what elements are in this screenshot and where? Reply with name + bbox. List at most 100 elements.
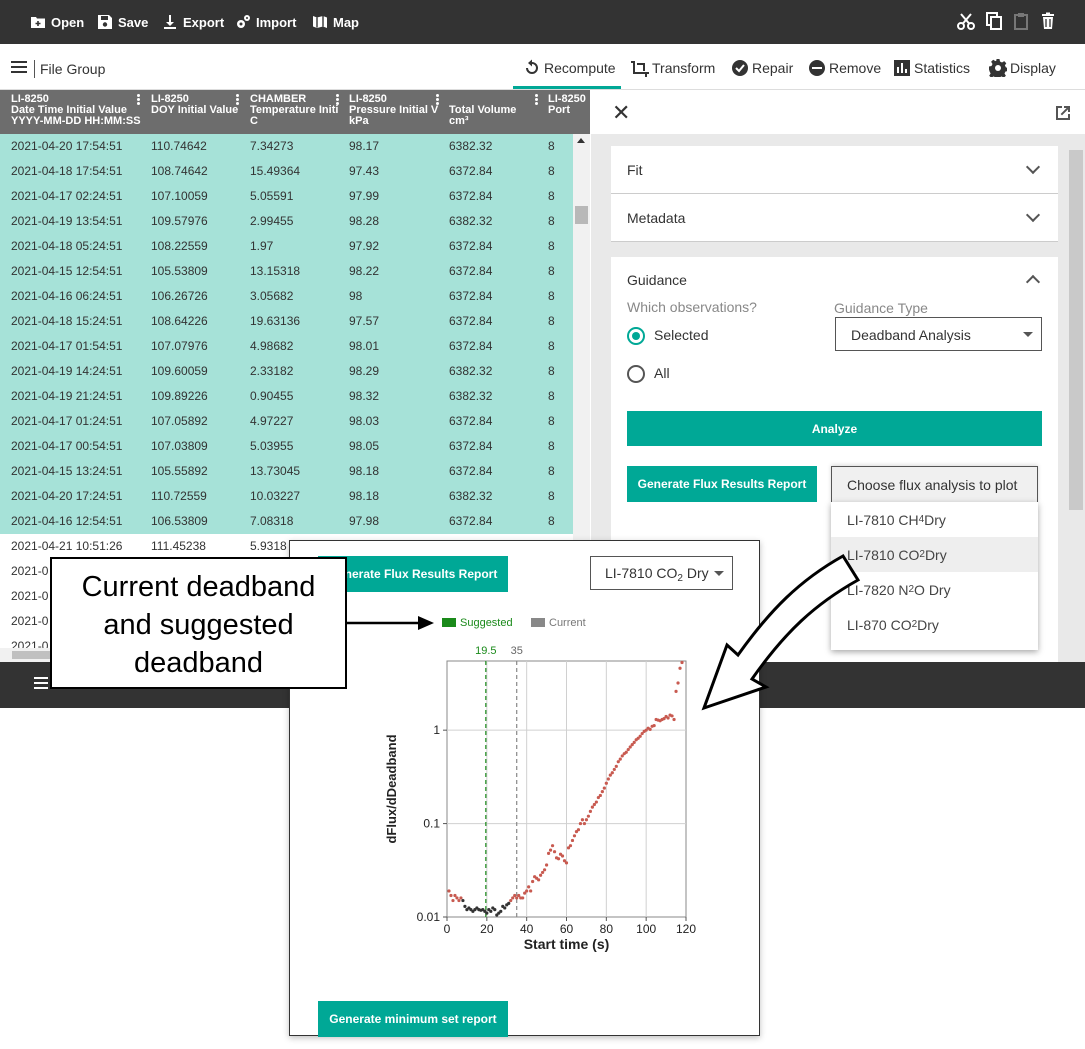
export-button[interactable]: Export [162,12,224,32]
column-menu-icon[interactable] [236,94,239,106]
table-cell: 2021-04-18 15:24:51 [11,314,123,328]
table-cell: 98.18 [349,489,380,503]
menu-icon[interactable] [11,61,27,73]
cut-button[interactable] [957,12,975,30]
menu-item-li870-co2[interactable]: LI-870 CO 2 Dry [831,607,1038,642]
column-menu-icon[interactable] [436,94,439,106]
scrollbar-thumb[interactable] [575,206,588,224]
analyze-button[interactable]: Analyze [627,411,1042,446]
table-row[interactable]: 2021-04-17 02:24:51 107.10059 5.05591 97.99… [0,184,573,209]
data-point [541,870,545,875]
display-label: Display [1010,60,1056,76]
table-row[interactable]: 2021-04-17 00:54:51 107.03809 5.03955 98.05… [0,434,573,459]
flux-analysis-select[interactable]: Choose flux analysis to plot [831,466,1038,502]
fit-section[interactable]: Fit [611,146,1058,194]
table-cell: 6372.84 [449,339,493,353]
column-menu-icon[interactable] [336,94,339,106]
map-button[interactable]: Map [312,12,359,32]
save-button[interactable]: Save [97,12,148,32]
table-row[interactable]: 2021-04-16 06:24:51 106.26726 3.05682 98 637… [0,284,573,309]
table-row[interactable]: 2021-04-18 05:24:51 108.22559 1.97 97.92 637… [0,234,573,259]
column-menu-icon[interactable] [535,94,538,106]
table-cell: 108.22559 [151,239,208,253]
table-row[interactable]: 2021-04-16 12:54:51 106.53809 7.08318 97.98… [0,509,573,534]
table-cell: 8 [548,164,555,178]
data-point [680,660,684,665]
selected-radio[interactable] [627,327,645,345]
table-row[interactable]: 2021-04-18 17:54:51 108.74642 15.49364 97.4… [0,159,573,184]
menu-item-li7810-ch4[interactable]: LI-7810 CH 4 Dry [831,502,1038,537]
import-button[interactable]: Import [235,12,296,32]
data-point [507,901,511,905]
menu-item-li7820-n2o[interactable]: LI-7820 N2O Dry [831,572,1038,607]
display-button[interactable]: Display [989,57,1056,79]
chevron-down-icon[interactable] [1025,159,1041,175]
metadata-section[interactable]: Metadata [611,194,1058,242]
column-header-volume[interactable]: Total Volume cm³ [449,105,539,127]
table-row[interactable]: 2021-04-15 13:24:51 105.55892 13.73045 98.1… [0,459,573,484]
analysis-select[interactable]: LI-7810 CO2 Dry [590,556,733,590]
table-cell: 109.57976 [151,214,208,228]
table-row[interactable]: 2021-04-15 12:54:51 105.53809 13.15318 98.2… [0,259,573,284]
file-group-label[interactable]: File Group [40,61,105,77]
table-cell: 2021-04-16 12:54:51 [11,514,123,528]
table-row[interactable]: 2021-04-17 01:54:51 107.07976 4.98682 98.01… [0,334,573,359]
open-external-icon[interactable] [1054,104,1072,122]
fit-title: Fit [627,162,643,178]
selected-radio-label[interactable]: Selected [654,327,708,343]
column-header-datetime[interactable]: LI-8250 Date Time Initial Value YYYY-MM-… [11,94,141,127]
table-row[interactable]: 2021-04-19 13:54:51 109.57976 2.99455 98.28… [0,209,573,234]
all-radio-label[interactable]: All [654,365,670,381]
transform-button[interactable]: Transform [631,57,715,79]
repair-button[interactable]: Repair [731,57,793,79]
guidance-type-select[interactable]: Deadband Analysis [835,317,1042,351]
column-header-line: kPa [349,115,369,127]
table-cell: 98 [349,289,363,303]
menu-item-label: LI-7810 CH [847,511,919,528]
table-row[interactable]: 2021-04-17 01:24:51 107.05892 4.97227 98.03… [0,409,573,434]
generate-flux-report-button[interactable]: Generate Flux Results Report [627,466,817,502]
table-cell: 5.9318 [250,539,287,553]
close-icon[interactable]: ✕ [612,100,630,126]
open-button[interactable]: Open [30,12,84,32]
list-icon[interactable] [34,677,48,689]
table-cell: 111.45238 [151,539,206,553]
generate-minimum-set-report-button[interactable]: Generate minimum set report [318,1001,508,1037]
all-radio[interactable] [627,365,645,383]
column-header-port[interactable]: LI-8250 Port [548,94,590,116]
column-menu-icon[interactable] [137,94,140,106]
paste-button[interactable] [1012,12,1030,30]
scroll-up-icon[interactable] [577,138,585,143]
deadband-chart: 0 20 40 60 80 100 120 0.01 0.1 1 19.5 35 Start time … [384,645,696,952]
table-cell: 97.43 [349,164,380,178]
chevron-up-icon[interactable] [1025,274,1041,290]
data-point [457,898,461,903]
data-point [455,896,459,900]
chart-popup: Generate Flux Results Report LI-7810 CO2… [289,540,760,1037]
column-header-line: DOY Initial Value [151,104,239,116]
table-row[interactable]: 2021-04-20 17:24:51 110.72559 10.03227 98.1… [0,484,573,509]
copy-button[interactable] [985,12,1003,30]
caret-down-icon [1023,332,1033,337]
table-cell: 6372.84 [449,414,493,428]
data-point [648,727,652,731]
chevron-down-icon[interactable] [1025,207,1041,223]
guidance-title[interactable]: Guidance [627,272,687,288]
table-row[interactable]: 2021-04-19 21:24:51 109.89226 0.90455 98.32… [0,384,573,409]
column-header-doy[interactable]: LI-8250 DOY Initial Value [151,94,243,116]
column-header-temperature[interactable]: CHAMBER Temperature Initi C [250,94,342,127]
panel-scrollbar[interactable] [1069,150,1083,510]
table-row[interactable]: 2021-04-19 14:24:51 109.60059 2.33182 98.29… [0,359,573,384]
data-point [624,750,628,754]
data-point [576,828,581,832]
recompute-button[interactable]: Recompute [523,57,616,79]
table-row[interactable]: 2021-04-20 17:54:51 110.74642 7.34273 98.17… [0,134,573,159]
statistics-button[interactable]: Statistics [893,57,970,79]
table-cell: 4.98682 [250,339,294,353]
column-header-pressure[interactable]: LI-8250 Pressure Initial V kPa [349,94,441,127]
delete-button[interactable] [1039,12,1057,30]
menu-item-li7810-co2[interactable]: LI-7810 CO 2 Dry [831,537,1038,572]
table-cell: 106.26726 [151,289,208,303]
remove-button[interactable]: Remove [808,57,881,79]
table-row[interactable]: 2021-04-18 15:24:51 108.64226 19.63136 97.5… [0,309,573,334]
